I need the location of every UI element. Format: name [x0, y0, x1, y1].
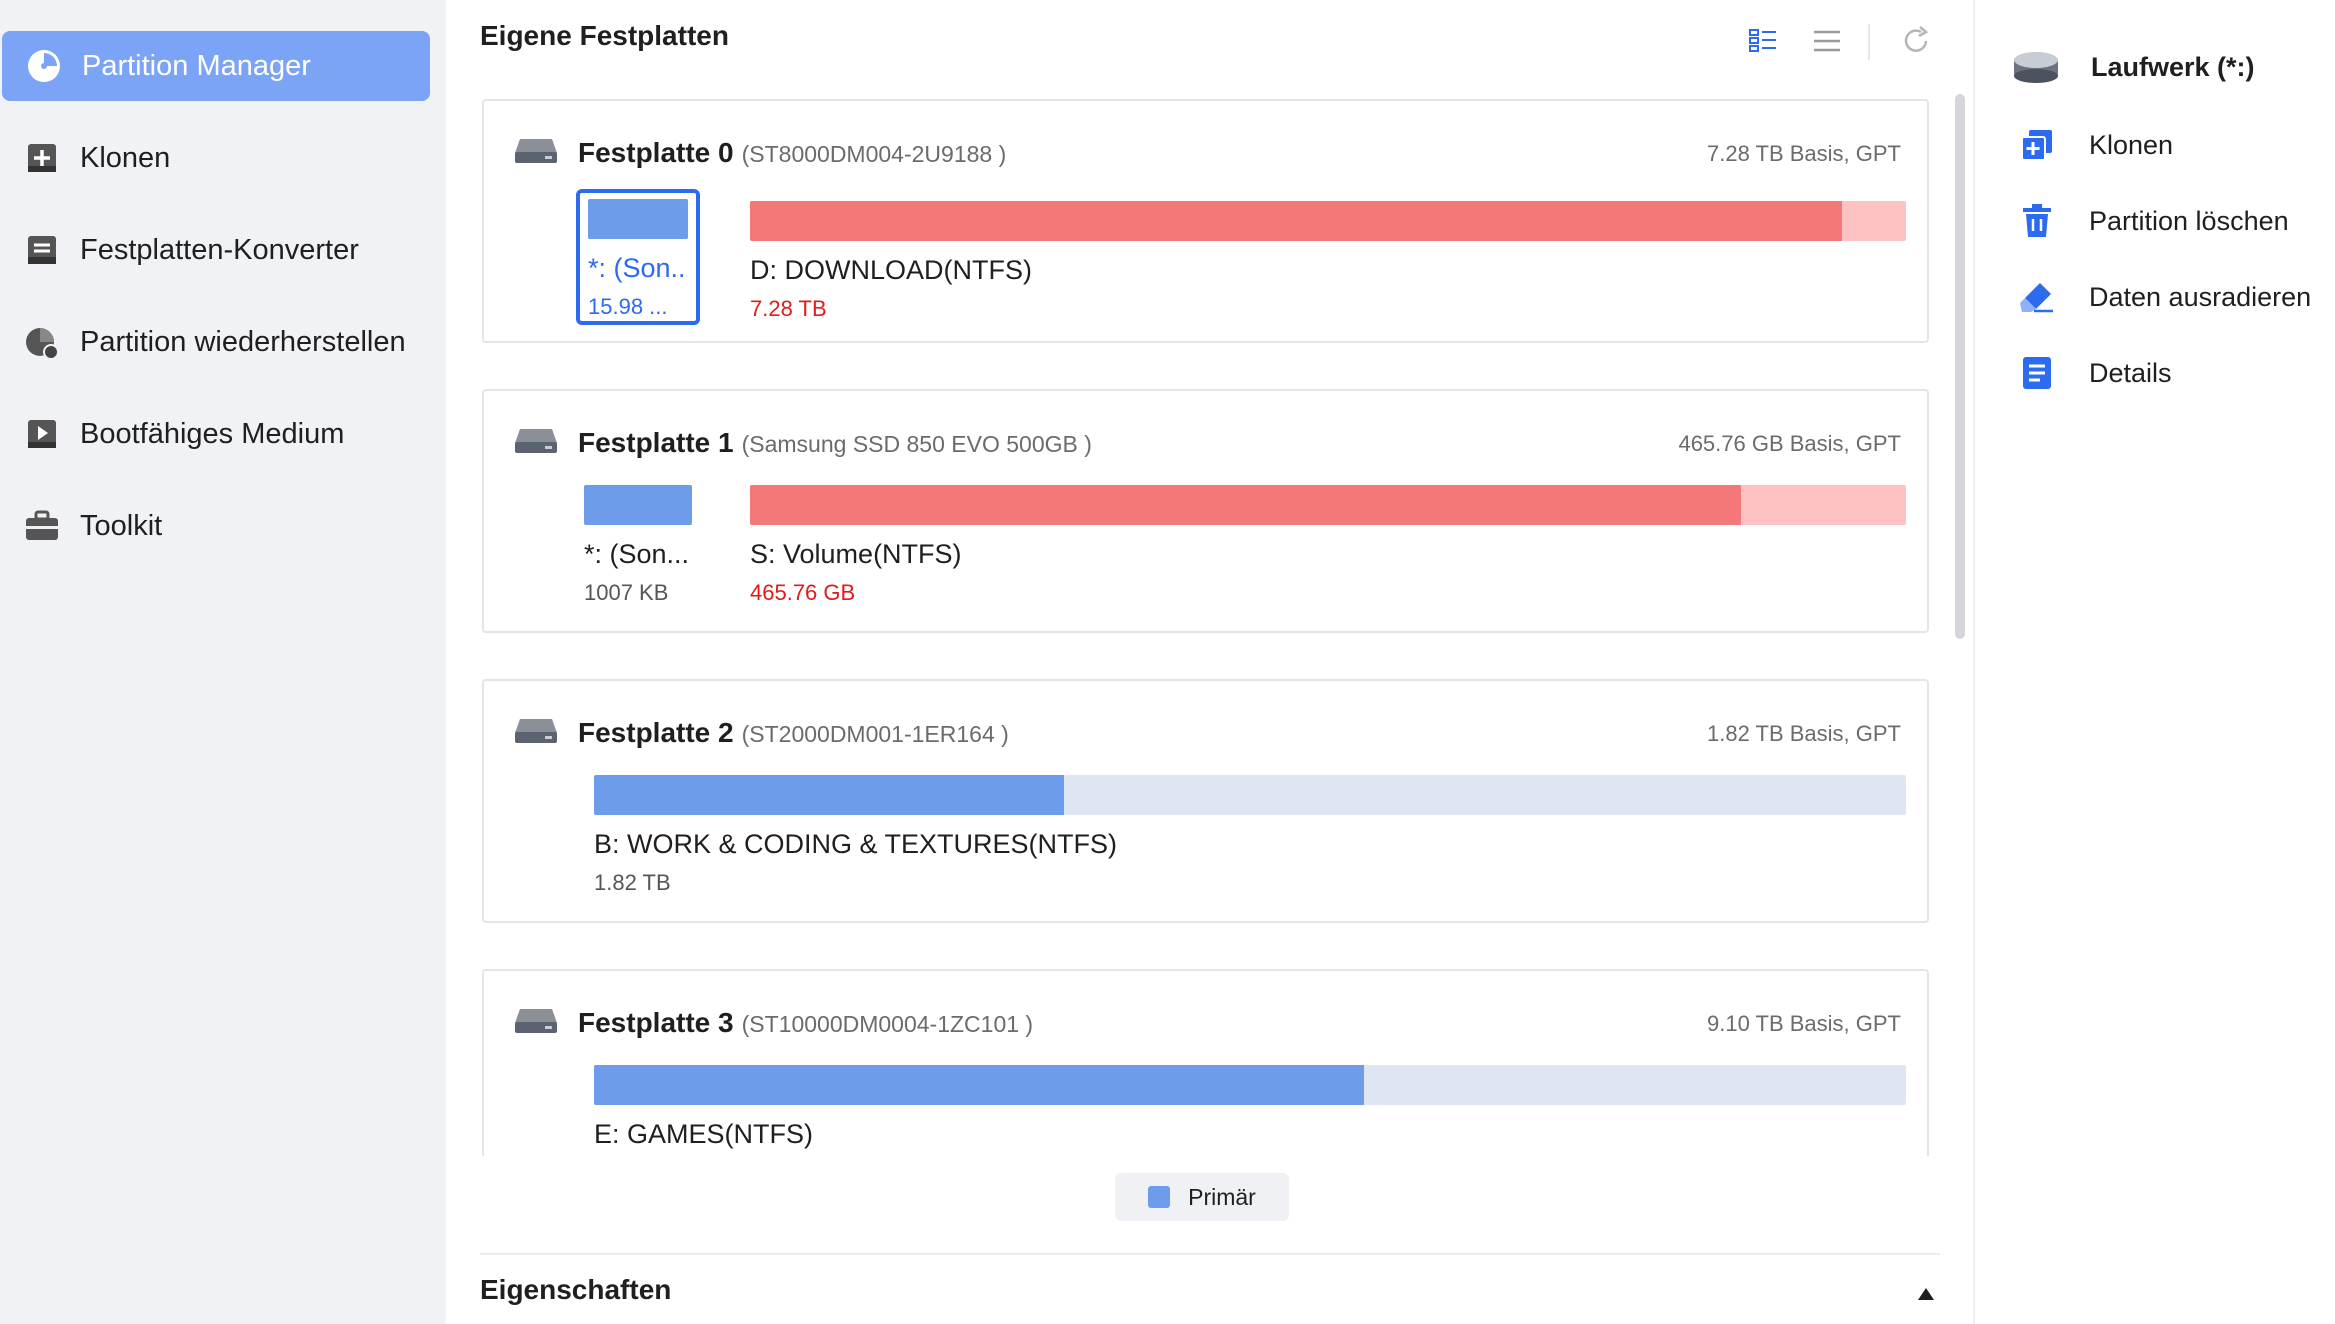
- action-label: Details: [2089, 357, 2172, 388]
- sidebar: Partition Manager Klonen Festplatten-Kon…: [0, 0, 446, 1324]
- partition-size: 1.82 TB: [594, 870, 671, 895]
- hard-disk-icon: [515, 719, 557, 743]
- list-view-icon[interactable]: [1808, 22, 1846, 60]
- sidebar-item-label: Partition wiederherstellen: [80, 325, 406, 358]
- sidebar-item-label: Bootfähiges Medium: [80, 417, 345, 450]
- partition-label: D: DOWNLOAD(NTFS): [750, 255, 1032, 285]
- disk-name: Festplatte 0 (ST8000DM004-2U9188 ): [578, 137, 1007, 168]
- partition-size: 15.98 ...: [588, 294, 668, 319]
- clone-icon: [2015, 123, 2059, 167]
- hard-disk-icon: [515, 139, 557, 163]
- sidebar-item-bootfaehiges-medium[interactable]: Bootfähiges Medium: [0, 399, 432, 469]
- sidebar-item-label: Klonen: [80, 141, 171, 174]
- partition-label: B: WORK & CODING & TEXTURES(NTFS): [594, 829, 1118, 859]
- disk-model: (ST2000DM001-1ER164 ): [741, 721, 1009, 747]
- action-label: Klonen: [2089, 129, 2174, 160]
- disk-name: Festplatte 3 (ST10000DM0004-1ZC101 ): [578, 1007, 1034, 1038]
- sidebar-item-partition-wiederherstellen[interactable]: Partition wiederherstellen: [0, 307, 432, 377]
- sidebar-item-label: Festplatten-Konverter: [80, 233, 359, 266]
- toolkit-icon: [22, 506, 62, 546]
- disk-info: 465.76 GB Basis, GPT: [1678, 431, 1901, 456]
- selected-drive-header: Laufwerk (*:): [2011, 45, 2255, 89]
- refresh-icon[interactable]: [1897, 22, 1935, 60]
- disk-card[interactable]: Festplatte 2 (ST2000DM001-1ER164 ) 1.82 T…: [482, 679, 1929, 923]
- legend-label: Primär: [1188, 1183, 1256, 1210]
- partition-size: 465.76 GB: [750, 580, 856, 605]
- toolbar-divider: [1868, 24, 1870, 60]
- hard-disk-icon: [515, 1009, 557, 1033]
- partition-label: E: GAMES(NTFS): [594, 1119, 814, 1149]
- disk-convert-icon: [22, 230, 62, 270]
- partition-usage-bar: [584, 485, 692, 525]
- bootable-media-icon: [22, 414, 62, 454]
- pie-chart-icon: [24, 46, 64, 86]
- legend-swatch: [1148, 1186, 1171, 1208]
- selected-drive-label: Laufwerk (*:): [2091, 51, 2255, 82]
- grid-view-icon[interactable]: [1744, 22, 1782, 60]
- partition-item[interactable]: B: WORK & CODING & TEXTURES(NTFS) 1.82 T…: [594, 775, 1906, 896]
- divider: [480, 1253, 1940, 1255]
- disk-model: (ST10000DM0004-1ZC101 ): [741, 1011, 1034, 1037]
- partition-item[interactable]: *: (Son... 1007 KB: [584, 485, 692, 606]
- disk-card[interactable]: Festplatte 3 (ST10000DM0004-1ZC101 ) 9.10…: [482, 969, 1929, 1156]
- drive-icon: [2011, 45, 2061, 89]
- sidebar-item-partition-manager[interactable]: Partition Manager: [2, 31, 430, 101]
- partition-item[interactable]: *: (Son... 15.98 ...: [576, 189, 700, 325]
- disk-info: 1.82 TB Basis, GPT: [1706, 721, 1901, 746]
- disk-list: Festplatte 0 (ST8000DM004-2U9188 ) 7.28 T…: [470, 96, 1940, 1156]
- partition-usage-bar: [594, 1065, 1906, 1105]
- properties-title[interactable]: Eigenschaften: [480, 1274, 671, 1306]
- partition-item[interactable]: S: Volume(NTFS) 465.76 GB: [750, 485, 1906, 606]
- sidebar-item-label: Toolkit: [80, 509, 163, 542]
- disk-name: Festplatte 2 (ST2000DM001-1ER164 ): [578, 717, 1009, 748]
- partition-usage-bar: [750, 485, 1906, 525]
- legend: Primär: [1115, 1173, 1289, 1221]
- partition-loeschen-button[interactable]: Partition löschen: [2015, 199, 2289, 243]
- partition-label: S: Volume(NTFS): [750, 539, 962, 569]
- disk-name: Festplatte 1 (Samsung SSD 850 EVO 500GB ): [578, 427, 1092, 458]
- sidebar-item-toolkit[interactable]: Toolkit: [0, 491, 432, 561]
- page-title: Eigene Festplatten: [480, 20, 729, 51]
- disk-info: 7.28 TB Basis, GPT: [1706, 141, 1901, 166]
- partition-usage-bar: [750, 201, 1906, 241]
- action-panel: Laufwerk (*:) Klonen Partition löschen D…: [1973, 0, 2335, 1324]
- disk-model: (ST8000DM004-2U9188 ): [741, 141, 1007, 167]
- partition-usage-bar: [588, 199, 688, 239]
- scrollbar[interactable]: [1955, 94, 1965, 639]
- disk-card[interactable]: Festplatte 0 (ST8000DM004-2U9188 ) 7.28 T…: [482, 99, 1929, 343]
- collapse-caret-icon[interactable]: [1918, 1288, 1934, 1300]
- daten-ausradieren-button[interactable]: Daten ausradieren: [2015, 275, 2311, 319]
- action-label: Partition löschen: [2089, 205, 2289, 236]
- disk-model: (Samsung SSD 850 EVO 500GB ): [741, 431, 1092, 457]
- recover-icon: [22, 322, 62, 362]
- sidebar-item-klonen[interactable]: Klonen: [0, 123, 432, 193]
- clone-icon: [22, 138, 62, 178]
- partition-label: *: (Son...: [588, 253, 688, 283]
- partition-label: *: (Son...: [584, 539, 690, 569]
- hard-disk-icon: [515, 429, 557, 453]
- disk-card[interactable]: Festplatte 1 (Samsung SSD 850 EVO 500GB )…: [482, 389, 1929, 633]
- partition-item[interactable]: D: DOWNLOAD(NTFS) 7.28 TB: [750, 201, 1906, 322]
- sidebar-item-festplatten-konverter[interactable]: Festplatten-Konverter: [0, 215, 432, 285]
- partition-item[interactable]: E: GAMES(NTFS): [594, 1065, 1906, 1156]
- disk-info: 9.10 TB Basis, GPT: [1706, 1011, 1901, 1036]
- sidebar-item-label: Partition Manager: [82, 49, 311, 82]
- klonen-button[interactable]: Klonen: [2015, 123, 2173, 167]
- eraser-icon: [2015, 275, 2059, 319]
- details-button[interactable]: Details: [2015, 351, 2172, 395]
- partition-size: 7.28 TB: [750, 296, 827, 321]
- trash-icon: [2015, 199, 2059, 243]
- action-label: Daten ausradieren: [2089, 281, 2312, 312]
- partition-size: 1007 KB: [584, 580, 669, 605]
- details-icon: [2015, 351, 2059, 395]
- partition-usage-bar: [594, 775, 1906, 815]
